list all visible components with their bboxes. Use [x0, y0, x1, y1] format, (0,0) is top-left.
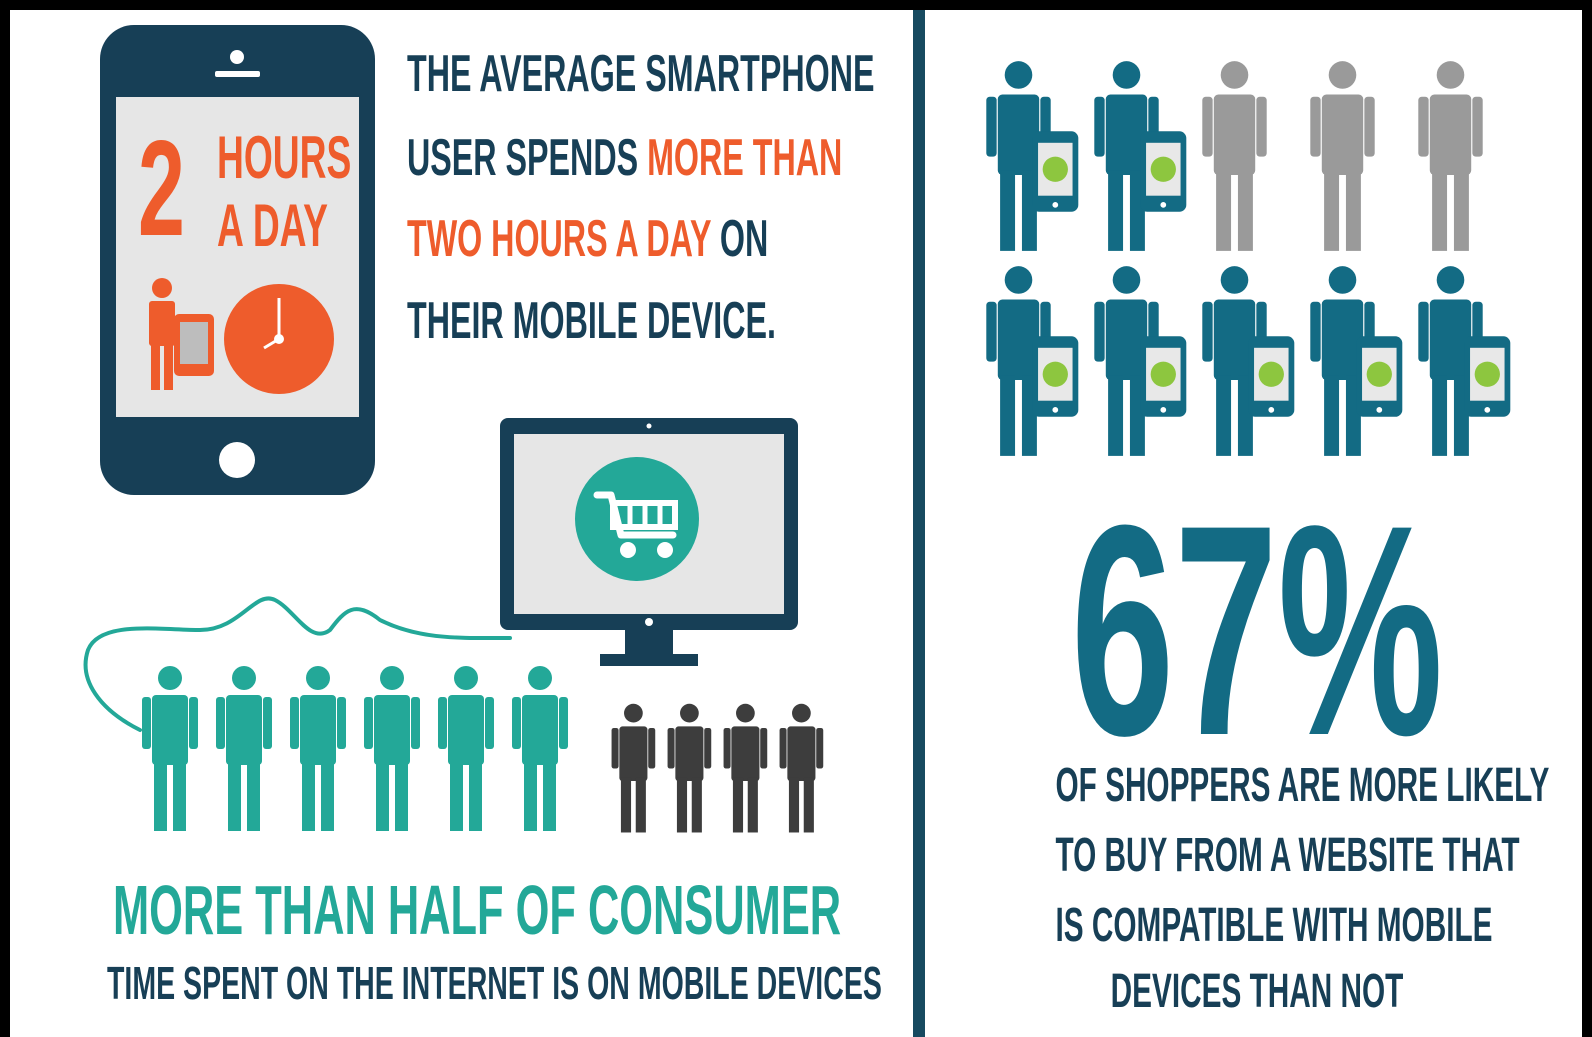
caption-line2: TO BUY FROM A WEBSITE THAT: [1055, 829, 1520, 882]
phone-cart-icon: [1140, 131, 1187, 212]
phone-cart-icon: [1032, 131, 1079, 212]
stat1-line1: THE AVERAGE SMARTPHONE: [407, 45, 875, 103]
person-icon: [723, 703, 768, 833]
right-panel: 67% OF SHOPPERS ARE MORE LIKELY TO BUY F…: [932, 10, 1582, 1037]
shopper-with-phone-icon: [986, 61, 1079, 251]
phone-unit-line1: HOURS: [217, 124, 352, 191]
person-icon: [667, 703, 712, 833]
phone-cart-icon: [1464, 336, 1511, 417]
phone-number: 2: [138, 112, 185, 264]
shopper-with-phone-icon: [1418, 266, 1511, 456]
stat1-line2-a: USER SPENDS: [407, 129, 648, 187]
caption-line4: DEVICES THAN NOT: [1110, 965, 1404, 1018]
people-grid: [986, 61, 1511, 456]
phone-cart-icon: [1140, 336, 1187, 417]
stat1-line3-b: ON: [710, 210, 769, 268]
person-highlighted-icon: [290, 666, 346, 831]
panel-divider: [906, 10, 932, 1037]
person-highlighted-icon: [438, 666, 494, 831]
headline: MORE THAN HALF OF CONSUMER: [113, 871, 842, 949]
person-highlighted-icon: [142, 666, 198, 831]
shopper-with-phone-icon: [986, 266, 1079, 456]
people-row: [142, 666, 824, 833]
person-with-tablet-icon: [149, 278, 214, 390]
stat1-line2-b: MORE THAN: [647, 129, 843, 187]
caption-line1: OF SHOPPERS ARE MORE LIKELY: [1055, 759, 1550, 812]
shopper-with-phone-icon: [1202, 266, 1295, 456]
shopper-with-phone-icon: [1310, 266, 1403, 456]
stat1-line2: USER SPENDS MORE THAN: [407, 132, 842, 184]
shopper-with-phone-icon: [1094, 61, 1187, 251]
shopping-cart-icon: [575, 457, 699, 581]
shopper-with-phone-icon: [1094, 266, 1187, 456]
left-panel: 2 HOURS A DAY THE AVERAGE SMARTPHONE USE…: [10, 10, 906, 1037]
person-icon: [1418, 61, 1483, 251]
person-highlighted-icon: [216, 666, 272, 831]
person-highlighted-icon: [364, 666, 420, 831]
stat1-line4: THEIR MOBILE DEVICE.: [407, 292, 776, 350]
stat1-line3-a: TWO HOURS A DAY: [407, 210, 711, 268]
stat1-line3: TWO HOURS A DAY ON: [407, 213, 768, 265]
phone-cart-icon: [1032, 336, 1079, 417]
percent-value: 67%: [1070, 462, 1444, 798]
phone-unit-line2: A DAY: [217, 192, 328, 259]
phone-cart-icon: [1248, 336, 1295, 417]
clock-icon: [224, 284, 334, 394]
person-icon: [1202, 61, 1267, 251]
phone-cart-icon: [1356, 336, 1403, 417]
person-highlighted-icon: [512, 666, 568, 831]
subline: TIME SPENT ON THE INTERNET IS ON MOBILE …: [107, 957, 882, 1009]
person-icon: [779, 703, 824, 833]
person-icon: [1310, 61, 1375, 251]
person-icon: [611, 703, 656, 833]
caption-line3: IS COMPATIBLE WITH MOBILE: [1055, 899, 1493, 952]
